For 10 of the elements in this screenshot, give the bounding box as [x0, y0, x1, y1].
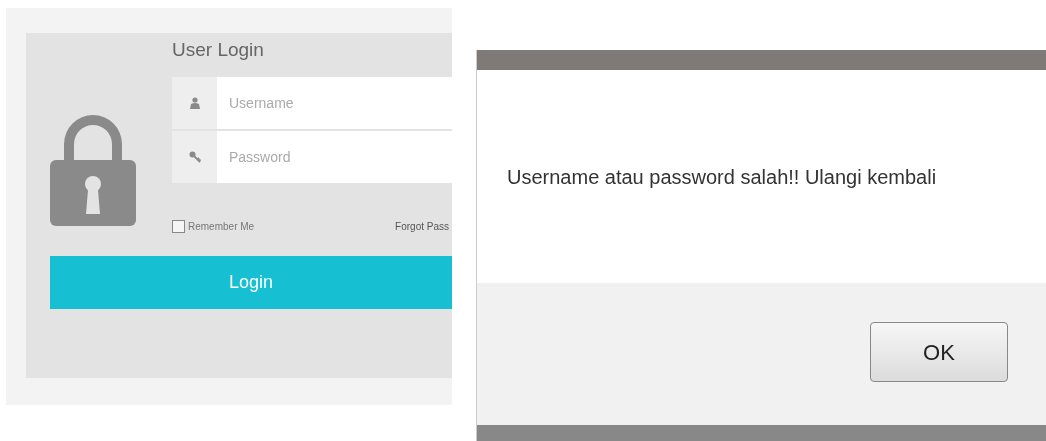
alert-message: Username atau password salah!! Ulangi kembali	[507, 164, 937, 190]
forgot-password-link[interactable]: Forgot Pass	[395, 219, 452, 234]
user-icon	[189, 97, 200, 109]
input-field[interactable]: Username	[217, 77, 452, 129]
checkbox[interactable]	[172, 220, 185, 233]
key-icon	[188, 151, 201, 163]
ok-button[interactable]: OK	[870, 322, 1008, 382]
panel-title: User Login	[172, 40, 265, 59]
checkbox-label: Remember Me	[188, 220, 255, 234]
input-field[interactable]: Password	[217, 131, 452, 183]
